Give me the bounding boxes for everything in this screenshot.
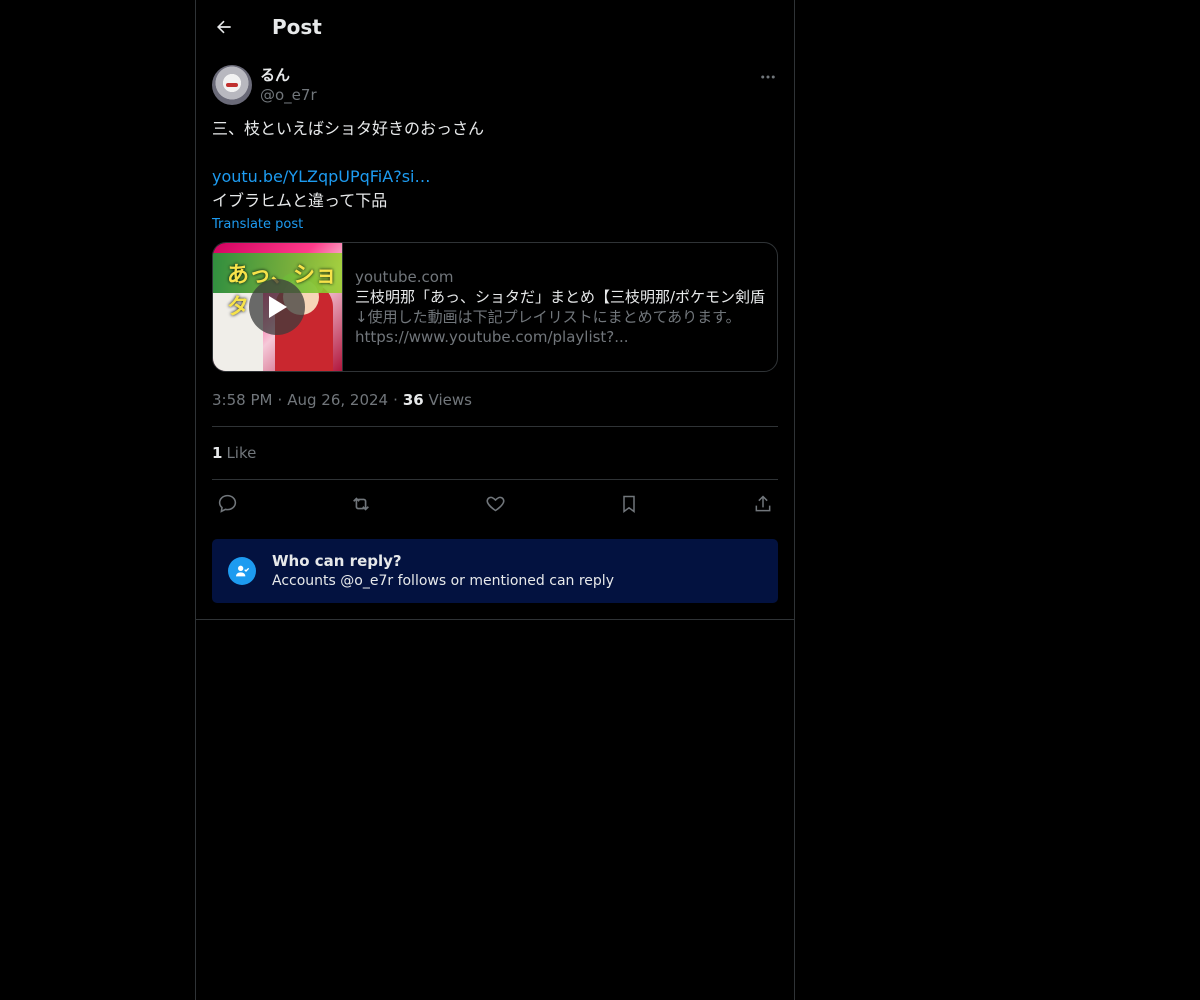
action-bar — [212, 480, 778, 527]
post-article: るん @o_e7r 三、枝といえばショタ好きのおっさん youtu.be/YLZ… — [196, 53, 794, 620]
card-body: youtube.com 三枝明那「あっ、ショタだ」まとめ【三枝明那/ポケモン剣盾… — [343, 243, 777, 371]
like-button[interactable] — [484, 493, 506, 515]
reply-button[interactable] — [216, 493, 238, 515]
likes-stat[interactable]: 1 Like — [212, 426, 778, 480]
post-link[interactable]: youtu.be/YLZqpUPqFiA?si… — [212, 167, 430, 186]
post-text-line: イブラヒムと違って下品 — [212, 191, 388, 210]
avatar[interactable] — [212, 65, 252, 105]
page-title: Post — [272, 14, 322, 39]
link-preview-card[interactable]: あっ、ショタ youtube.com 三枝明那「あっ、ショタだ」まとめ【三枝明那… — [212, 242, 778, 372]
post-time[interactable]: 3:58 PM — [212, 391, 272, 409]
repost-icon — [353, 496, 369, 511]
separator-dot: · — [277, 391, 283, 409]
more-options-button[interactable] — [758, 67, 778, 87]
post-blank-line — [212, 141, 778, 165]
card-domain: youtube.com — [355, 268, 454, 286]
likes-count: 1 — [212, 444, 223, 462]
share-button[interactable] — [752, 493, 774, 515]
reply-restriction-title: Who can reply? — [272, 552, 402, 570]
arrow-left-icon — [217, 20, 231, 33]
more-icon — [761, 75, 775, 79]
primary-column: Post るん @o_e7r 三、枝といえばショタ好きのおっさん youtu.b… — [195, 0, 795, 1000]
repost-button[interactable] — [350, 493, 372, 515]
likes-label: Like — [226, 444, 257, 462]
author-row: るん @o_e7r — [212, 53, 778, 105]
translate-post-link[interactable]: Translate post — [212, 217, 303, 232]
separator-dot: · — [393, 391, 398, 409]
author-names: るん @o_e7r — [260, 65, 317, 105]
card-description-url: https://www.youtube.com/playlist?... — [355, 328, 629, 346]
reply-restriction-subtitle: Accounts @o_e7r follows or mentioned can… — [272, 573, 614, 589]
post-text-line: 三、枝といえばショタ好きのおっさん — [212, 119, 485, 138]
back-button[interactable] — [212, 15, 236, 39]
page-header: Post — [196, 0, 794, 53]
author-handle[interactable]: @o_e7r — [260, 85, 317, 105]
author-display-name[interactable]: るん — [260, 65, 317, 85]
person-check-icon — [228, 557, 256, 585]
views-count: 36 — [402, 391, 424, 409]
bookmark-button[interactable] — [618, 493, 640, 515]
post-text: 三、枝といえばショタ好きのおっさん youtu.be/YLZqpUPqFiA?s… — [212, 117, 778, 213]
bookmark-icon — [623, 495, 635, 513]
reply-icon — [218, 494, 236, 513]
card-description: ↓使用した動画は下記プレイリストにまとめてあります。 — [355, 308, 741, 326]
post-date[interactable]: Aug 26, 2024 — [287, 391, 388, 409]
views-label: Views — [428, 391, 472, 409]
heart-icon — [486, 496, 504, 512]
post-meta: 3:58 PM · Aug 26, 2024 · 36 Views — [212, 390, 778, 410]
play-icon[interactable] — [249, 279, 305, 335]
video-thumbnail: あっ、ショタ — [213, 243, 343, 371]
reply-restriction-banner: Who can reply? Accounts @o_e7r follows o… — [212, 539, 778, 603]
share-icon — [755, 494, 771, 511]
card-title: 三枝明那「あっ、ショタだ」まとめ【三枝明那/ポケモン剣盾 — [355, 288, 765, 306]
reply-restriction-text: Who can reply? Accounts @o_e7r follows o… — [272, 551, 614, 591]
